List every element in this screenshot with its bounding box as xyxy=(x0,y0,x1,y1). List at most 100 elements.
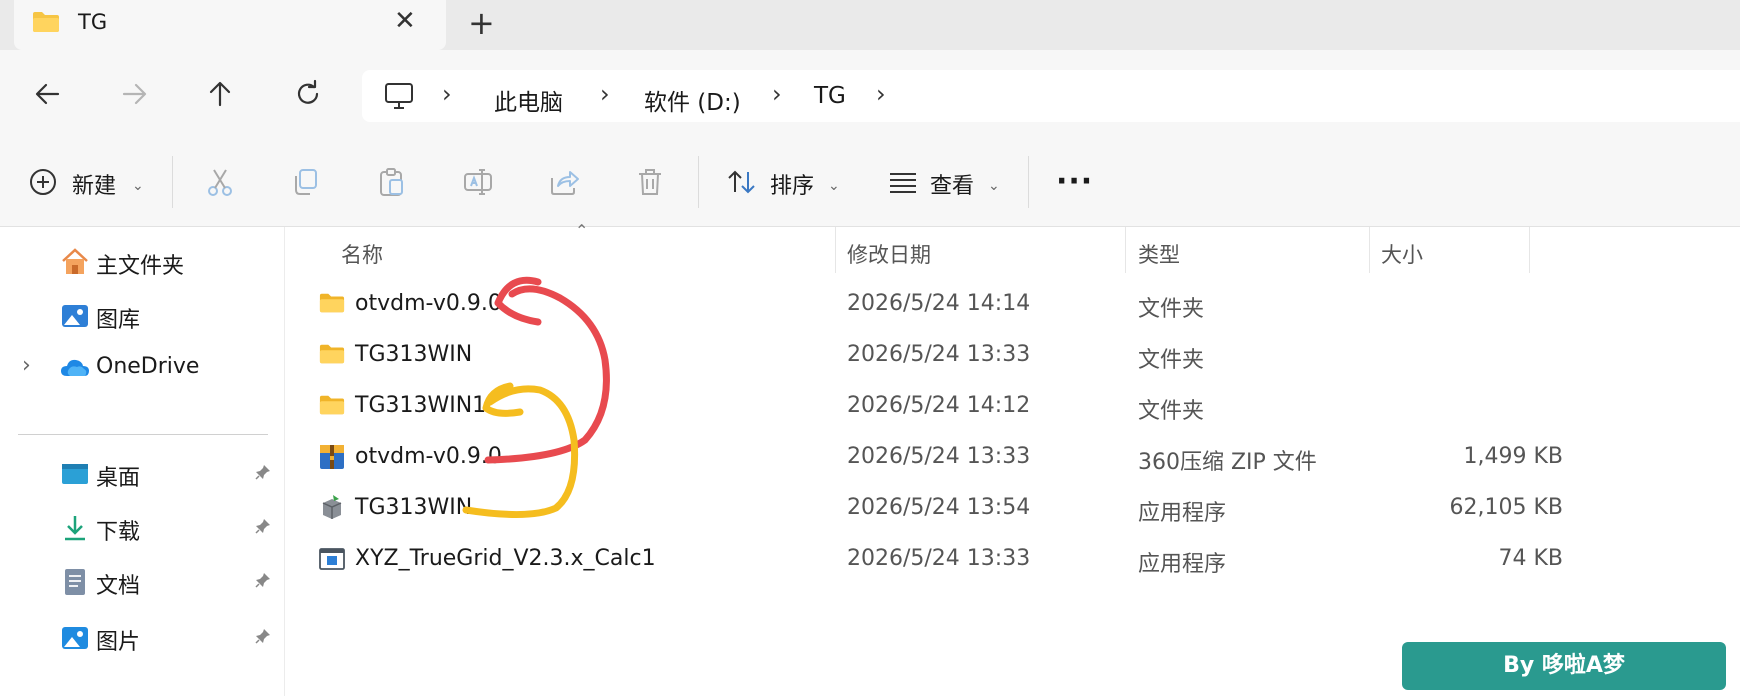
delete-icon[interactable] xyxy=(634,166,666,202)
pin-icon[interactable] xyxy=(254,463,272,485)
desktop-icon xyxy=(60,459,90,489)
chevron-right-icon[interactable]: › xyxy=(22,353,31,378)
file-size: 1,499 KB xyxy=(1463,444,1564,469)
column-divider[interactable] xyxy=(1369,227,1370,273)
table-row[interactable]: TG313WIN 2026/5/24 13:54 应用程序 62,105 KB xyxy=(285,483,1563,533)
file-date: 2026/5/24 13:54 xyxy=(847,495,1031,520)
breadcrumb-this-pc[interactable]: 此电脑 xyxy=(494,83,563,117)
rename-icon[interactable] xyxy=(462,166,494,202)
file-size: 74 KB xyxy=(1498,546,1563,571)
chevron-down-icon: ⌄ xyxy=(988,178,1000,194)
gallery-icon xyxy=(60,301,90,331)
sidebar-item-label: 图片 xyxy=(96,630,141,655)
view-label: 查看 xyxy=(930,174,975,199)
pin-icon[interactable] xyxy=(254,571,272,593)
breadcrumb-separator[interactable]: › xyxy=(772,80,782,108)
file-type: 文件夹 xyxy=(1138,399,1205,424)
column-divider[interactable] xyxy=(1125,227,1126,273)
column-divider[interactable] xyxy=(835,227,836,273)
chevron-down-icon: ⌄ xyxy=(132,178,144,194)
table-row[interactable]: otvdm-v0.9.0 2026/5/24 14:14 文件夹 xyxy=(285,279,1555,329)
sidebar-item-home[interactable]: 主文件夹 xyxy=(0,239,284,283)
sidebar-item-downloads[interactable]: 下载 xyxy=(0,505,284,549)
sidebar-item-desktop[interactable]: 桌面 xyxy=(0,451,284,495)
sidebar-item-pictures[interactable]: 图片 xyxy=(0,615,284,659)
file-name: otvdm-v0.9.0 xyxy=(355,444,502,469)
view-list-icon xyxy=(888,170,918,198)
paste-icon[interactable] xyxy=(376,166,408,202)
file-name: XYZ_TrueGrid_V2.3.x_Calc1 xyxy=(355,546,656,571)
table-row[interactable]: XYZ_TrueGrid_V2.3.x_Calc1 2026/5/24 13:3… xyxy=(285,534,1563,584)
watermark-badge: By 哆啦A梦 xyxy=(1402,642,1726,690)
new-button[interactable]: 新建 ⌄ xyxy=(28,138,148,226)
up-arrow-icon[interactable] xyxy=(200,74,240,114)
tab-title: TG xyxy=(78,10,108,34)
column-header-type[interactable]: 类型 xyxy=(1138,239,1180,269)
column-header-name[interactable]: 名称 xyxy=(341,239,383,269)
share-icon[interactable] xyxy=(548,166,580,202)
sidebar-item-label: 桌面 xyxy=(96,466,141,491)
table-row[interactable]: TG313WIN 2026/5/24 13:33 文件夹 xyxy=(285,330,1555,380)
file-date: 2026/5/24 13:33 xyxy=(847,444,1031,469)
document-icon xyxy=(60,567,90,597)
view-button[interactable]: 查看 ⌄ xyxy=(888,138,1008,226)
back-arrow-icon[interactable] xyxy=(28,74,68,114)
sidebar-item-onedrive[interactable]: › OneDrive xyxy=(0,345,284,389)
application-icon xyxy=(319,547,345,571)
computer-icon[interactable] xyxy=(384,82,414,114)
file-name: TG313WIN1 xyxy=(355,393,487,418)
cut-icon[interactable] xyxy=(204,166,236,202)
refresh-icon[interactable] xyxy=(288,74,328,114)
pin-icon[interactable] xyxy=(254,627,272,649)
breadcrumb-tg[interactable]: TG xyxy=(814,83,846,109)
sort-arrows-icon xyxy=(726,168,758,200)
folder-icon xyxy=(319,394,345,418)
breadcrumb-separator[interactable]: › xyxy=(442,80,452,108)
file-date: 2026/5/24 13:33 xyxy=(847,342,1031,367)
pin-icon[interactable] xyxy=(254,517,272,539)
download-icon xyxy=(60,513,90,543)
sort-label: 排序 xyxy=(770,174,815,199)
breadcrumb-separator[interactable]: › xyxy=(600,80,610,108)
sidebar-item-label: OneDrive xyxy=(96,354,200,379)
sort-button[interactable]: 排序 ⌄ xyxy=(726,138,844,226)
tab-tg[interactable]: TG ✕ xyxy=(14,0,446,50)
sidebar-item-label: 文档 xyxy=(96,574,141,599)
table-row[interactable]: otvdm-v0.9.0 2026/5/24 13:33 360压缩 ZIP 文… xyxy=(285,432,1563,482)
file-type: 应用程序 xyxy=(1138,501,1227,526)
navigation-pane: 主文件夹 图库 › OneDrive 桌面 下载 文档 图片 xyxy=(0,227,285,696)
forward-arrow-icon[interactable] xyxy=(114,74,154,114)
sidebar-item-documents[interactable]: 文档 xyxy=(0,559,284,603)
table-row[interactable]: TG313WIN1 2026/5/24 14:12 文件夹 xyxy=(285,381,1555,431)
file-name: otvdm-v0.9.0 xyxy=(355,291,502,316)
sidebar-item-label: 图库 xyxy=(96,308,141,333)
column-header-date[interactable]: 修改日期 xyxy=(847,239,931,269)
file-type: 文件夹 xyxy=(1138,297,1205,322)
file-list: ⌃ 名称 修改日期 类型 大小 otvdm-v0.9.0 2026/5/24 1… xyxy=(285,221,1740,696)
file-type: 应用程序 xyxy=(1138,552,1227,577)
more-options-icon[interactable]: ··· xyxy=(1056,164,1093,199)
sidebar-item-label: 主文件夹 xyxy=(96,254,185,279)
sidebar-item-gallery[interactable]: 图库 xyxy=(0,293,284,337)
installer-icon xyxy=(319,493,345,519)
column-divider[interactable] xyxy=(1529,227,1530,273)
file-date: 2026/5/24 13:33 xyxy=(847,546,1031,571)
new-tab-button[interactable]: + xyxy=(468,4,495,42)
sort-ascending-icon: ⌃ xyxy=(575,221,589,240)
divider xyxy=(698,156,699,208)
new-label: 新建 xyxy=(72,174,117,199)
file-size: 62,105 KB xyxy=(1449,495,1564,520)
column-header-size[interactable]: 大小 xyxy=(1381,239,1423,269)
address-bar[interactable]: › 此电脑 › 软件 (D:) › TG › xyxy=(362,70,1740,122)
file-type: 文件夹 xyxy=(1138,348,1205,373)
divider xyxy=(172,156,173,208)
breadcrumb-separator[interactable]: › xyxy=(876,80,886,108)
breadcrumb-drive-d[interactable]: 软件 (D:) xyxy=(644,83,741,117)
folder-icon xyxy=(319,292,345,316)
cloud-icon xyxy=(60,353,90,383)
close-icon[interactable]: ✕ xyxy=(394,6,416,36)
plus-circle-icon xyxy=(28,167,58,201)
divider xyxy=(1028,156,1029,208)
folder-icon xyxy=(32,11,60,37)
copy-icon[interactable] xyxy=(290,166,322,202)
